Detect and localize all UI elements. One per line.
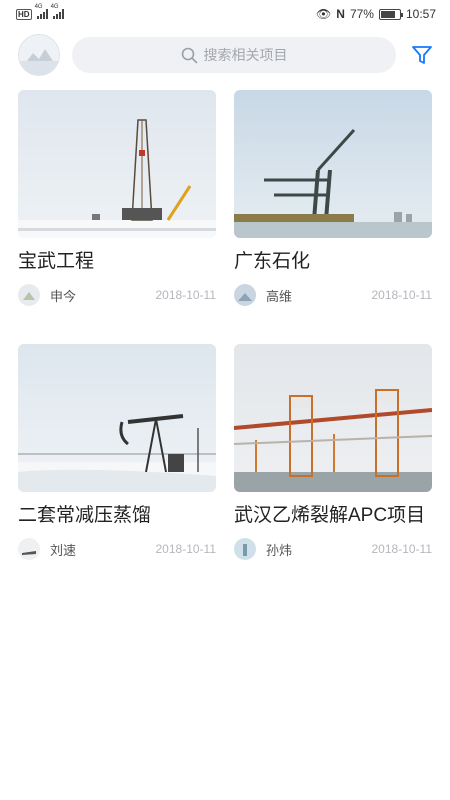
search-input[interactable]: 搜索相关项目 (72, 37, 396, 73)
author-name: 孙炜 (266, 542, 293, 558)
status-right: 👁 N 77% 10:57 (316, 7, 436, 21)
battery-icon (378, 8, 403, 20)
project-image-pumpjack (18, 344, 216, 492)
project-card[interactable]: 宝武工程 申今 2018-10-11 (18, 90, 216, 306)
project-meta: 高维 2018-10-11 (234, 284, 432, 306)
project-grid: 宝武工程 申今 2018-10-11 广东石化 高维 2018-10-11 二套… (18, 90, 432, 560)
status-bar: HD 4G 4G 👁 N 77% 10:57 (0, 0, 450, 28)
project-image-port-crane (234, 90, 432, 238)
author-avatar (234, 284, 256, 306)
search-icon (181, 47, 197, 63)
battery-percent: 77% (349, 7, 374, 21)
avatar-image (19, 35, 59, 75)
author-avatar (234, 538, 256, 560)
author-name: 高维 (266, 288, 293, 304)
project-date: 2018-10-11 (371, 288, 433, 302)
search-placeholder: 搜索相关项目 (203, 47, 288, 63)
project-image-refinery-conveyor (234, 344, 432, 492)
user-avatar[interactable] (18, 34, 60, 76)
author-name: 刘速 (50, 542, 77, 558)
project-meta: 刘速 2018-10-11 (18, 538, 216, 560)
project-title: 宝武工程 (18, 251, 95, 272)
project-title: 二套常减压蒸馏 (18, 505, 152, 526)
author-avatar (18, 284, 40, 306)
header: 搜索相关项目 (18, 32, 438, 78)
author-avatar (18, 538, 40, 560)
project-date: 2018-10-11 (155, 542, 217, 556)
author-name: 申今 (50, 288, 77, 304)
filter-button[interactable] (408, 41, 436, 69)
signal-icon-2: 4G (51, 4, 64, 19)
project-meta: 孙炜 2018-10-11 (234, 538, 432, 560)
nfc-icon: N (336, 7, 345, 21)
project-card[interactable]: 武汉乙烯裂解APC项目 孙炜 2018-10-11 (234, 344, 432, 560)
eye-icon: 👁 (316, 7, 332, 21)
project-date: 2018-10-11 (371, 542, 433, 556)
project-card[interactable]: 二套常减压蒸馏 刘速 2018-10-11 (18, 344, 216, 560)
clock: 10:57 (405, 7, 436, 21)
signal-icon: 4G (35, 4, 48, 19)
hd-icon: HD (16, 8, 32, 20)
status-left: HD 4G 4G (16, 4, 64, 20)
project-card[interactable]: 广东石化 高维 2018-10-11 (234, 90, 432, 306)
filter-icon (412, 46, 432, 64)
project-image-drilling-rig (18, 90, 216, 238)
project-meta: 申今 2018-10-11 (18, 284, 216, 306)
project-date: 2018-10-11 (155, 288, 217, 302)
project-title: 武汉乙烯裂解APC项目 (234, 505, 426, 526)
project-title: 广东石化 (234, 251, 311, 272)
